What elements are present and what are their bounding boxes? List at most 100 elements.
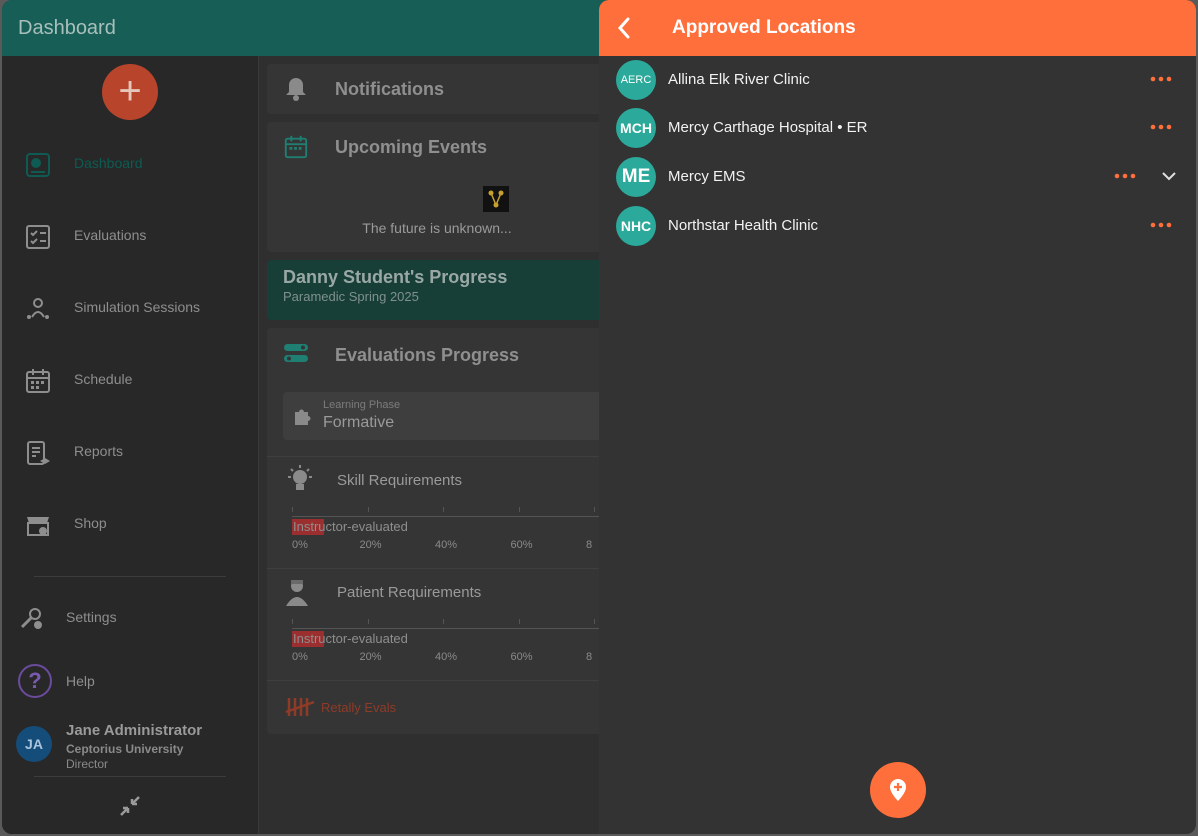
location-row[interactable]: NHC Northstar Health Clinic <box>599 203 1196 249</box>
avatar: JA <box>16 726 52 762</box>
tick-label: 80% <box>586 651 592 663</box>
sidebar-item-label: Simulation Sessions <box>74 299 201 315</box>
panel-header: Approved Locations <box>599 0 1196 56</box>
tick-label: 0% <box>292 539 308 551</box>
location-name: Allina Elk River Clinic <box>668 71 810 88</box>
location-name: Mercy Carthage Hospital • ER <box>668 119 868 136</box>
student-progress-title: Danny Student's Progress <box>283 267 508 287</box>
learning-phase-label: Learning Phase <box>323 399 401 411</box>
sidebar-item-simulation-sessions[interactable]: Simulation Sessions <box>2 288 258 328</box>
upcoming-empty-text: The future is unknown... <box>362 220 512 236</box>
location-badge: NHC <box>616 206 656 246</box>
user-name: Jane Administrator <box>66 722 203 739</box>
settings-icon <box>20 608 42 629</box>
tick-mark <box>594 619 595 624</box>
tally-icon[interactable] <box>285 696 315 718</box>
tick-label: 20% <box>359 651 382 663</box>
calendar-icon <box>284 135 308 159</box>
bell-icon <box>286 78 306 101</box>
sidebar-item-settings[interactable]: Settings <box>2 598 258 638</box>
app-window: Dashboard + Dashboard Evaluations Simula… <box>2 0 1196 834</box>
add-button[interactable]: + <box>102 64 158 120</box>
sidebar-item-evaluations[interactable]: Evaluations <box>2 216 258 256</box>
more-dots-icon[interactable] <box>1149 69 1173 89</box>
location-row[interactable]: AERC Allina Elk River Clinic <box>599 57 1196 103</box>
skill-bar-label: Instructor-evaluated <box>293 519 408 534</box>
tick-mark <box>292 507 293 512</box>
crystal-ball-icon <box>483 186 509 212</box>
sidebar-item-schedule[interactable]: Schedule <box>2 360 258 400</box>
patient-requirements-title: Patient Requirements <box>337 584 482 601</box>
more-dots-icon[interactable] <box>1149 215 1173 235</box>
more-dots-icon[interactable] <box>1113 166 1137 186</box>
learning-phase-select[interactable]: Learning Phase Formative <box>283 392 613 440</box>
location-row[interactable]: ME Mercy EMS <box>599 154 1196 200</box>
lightbulb-icon <box>288 465 312 490</box>
location-row[interactable]: MCH Mercy Carthage Hospital • ER <box>599 105 1196 151</box>
sidebar-divider <box>34 576 226 577</box>
user-org: Ceptorius University <box>66 742 184 756</box>
sidebar: + Dashboard Evaluations Simulation Sessi… <box>2 56 259 834</box>
divider <box>267 568 607 569</box>
checklist-icon <box>26 225 50 249</box>
sidebar-item-label: Shop <box>74 515 107 531</box>
location-badge: AERC <box>616 60 656 100</box>
tick-label: 80% <box>586 539 592 551</box>
back-chevron-icon[interactable] <box>611 14 639 42</box>
tick-mark <box>518 507 520 512</box>
tick-mark <box>367 619 369 624</box>
chevron-down-icon[interactable] <box>1159 166 1179 186</box>
evaluations-progress-title: Evaluations Progress <box>335 345 520 365</box>
tick-mark <box>292 619 293 624</box>
sidebar-item-label: Evaluations <box>74 227 147 243</box>
location-name: Northstar Health Clinic <box>668 217 819 234</box>
upcoming-events-title: Upcoming Events <box>335 137 488 157</box>
people-icon <box>27 298 49 319</box>
patient-axis <box>292 628 612 629</box>
skill-axis <box>292 516 612 517</box>
sidebar-item-help[interactable]: Help <box>2 662 122 702</box>
doctor-icon <box>286 580 308 606</box>
tick-mark <box>594 507 595 512</box>
location-name: Mercy EMS <box>668 168 746 185</box>
tick-mark <box>443 619 444 624</box>
student-progress-card: Danny Student's Progress Paramedic Sprin… <box>267 260 607 320</box>
patient-bar-label: Instructor-evaluated <box>293 631 408 646</box>
sidebar-item-label: Schedule <box>74 371 133 387</box>
notifications-title: Notifications <box>335 79 445 99</box>
sidebar-item-dashboard[interactable]: Dashboard <box>2 144 258 184</box>
puzzle-icon <box>295 409 311 425</box>
tick-label: 40% <box>435 539 458 551</box>
sidebar-item-shop[interactable]: Shop <box>2 504 258 544</box>
dashboard-icon <box>26 153 50 177</box>
app-title: Dashboard <box>18 17 116 39</box>
tick-mark <box>518 619 520 624</box>
tick-label: 40% <box>435 651 458 663</box>
tick-label: 20% <box>359 539 382 551</box>
add-location-button[interactable] <box>870 762 926 818</box>
user-profile[interactable]: JA Jane Administrator Ceptorius Universi… <box>16 720 256 771</box>
approved-locations-panel: Approved Locations AERC Allina Elk River… <box>599 0 1196 834</box>
notifications-card[interactable]: Notifications <box>267 64 607 114</box>
tick-label: 0% <box>292 651 308 663</box>
divider <box>267 456 607 457</box>
tick-label: 60% <box>510 651 533 663</box>
learning-phase-value: Formative <box>323 414 395 431</box>
collapse-icon[interactable] <box>118 794 142 818</box>
report-icon <box>27 441 50 465</box>
sidebar-item-reports[interactable]: Reports <box>2 432 258 472</box>
divider <box>267 680 607 681</box>
retally-evals-link[interactable]: Retally Evals <box>321 700 396 715</box>
tick-mark <box>367 507 369 512</box>
sidebar-item-label: Dashboard <box>74 155 143 171</box>
sidebar-item-label: Settings <box>66 609 117 625</box>
sidebar-item-label: Reports <box>74 443 124 459</box>
more-dots-icon[interactable] <box>1149 117 1173 137</box>
sidebar-item-label: Help <box>66 673 95 689</box>
calendar-icon <box>26 369 50 393</box>
upcoming-events-card: Upcoming Events The future is unknown... <box>267 122 607 252</box>
skill-requirements-title: Skill Requirements <box>337 472 463 489</box>
store-icon <box>27 517 49 536</box>
add-location-pin-icon <box>890 779 906 801</box>
toggle-list-icon <box>284 344 308 362</box>
